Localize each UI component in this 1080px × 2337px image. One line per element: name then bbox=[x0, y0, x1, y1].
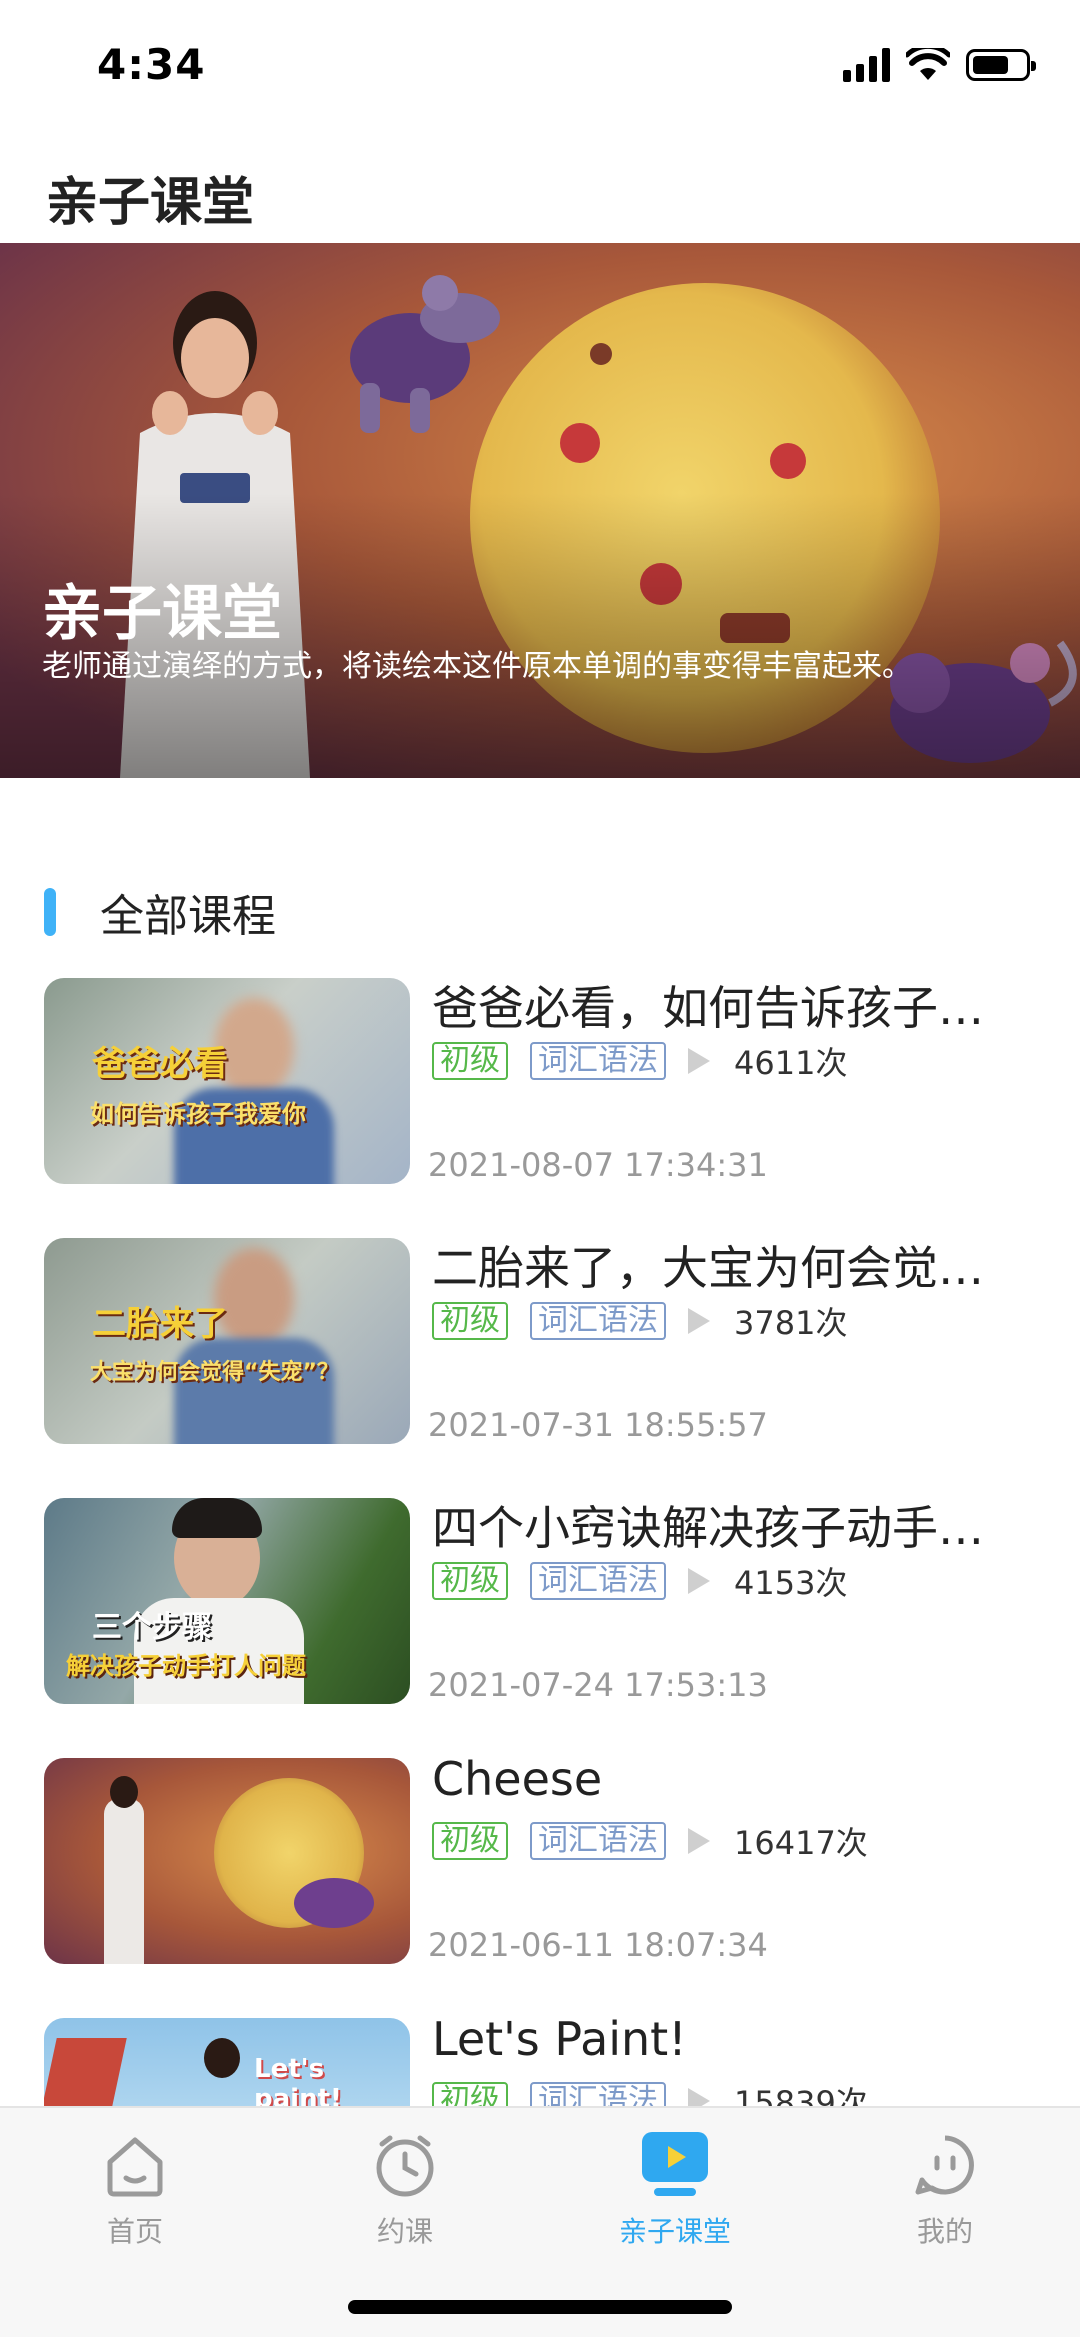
course-item[interactable]: Cheese 初级 词汇语法 16417次 2021-06-11 18:07:3… bbox=[0, 1752, 1080, 1964]
course-item[interactable]: 三个步骤 解决孩子动手打人问题 四个小窍诀解决孩子动手… 初级 词汇语法 415… bbox=[0, 1498, 1080, 1704]
course-title[interactable]: 爸爸必看，如何告诉孩子… bbox=[432, 972, 1012, 1038]
signal-icon bbox=[843, 48, 890, 82]
video-icon bbox=[640, 2130, 710, 2200]
banner-description: 老师通过演绎的方式，将读绘本这件原本单调的事变得丰富起来。 bbox=[42, 649, 912, 684]
tab-profile[interactable]: 我的 bbox=[845, 2130, 1045, 2250]
view-count: 4611次 bbox=[734, 1044, 848, 1082]
tab-parent-class[interactable]: 亲子课堂 bbox=[575, 2130, 775, 2250]
course-meta: 初级 词汇语法 4611次 bbox=[432, 1038, 847, 1084]
level-tag: 初级 bbox=[432, 1302, 508, 1340]
category-tag: 词汇语法 bbox=[530, 1562, 666, 1600]
view-count: 4153次 bbox=[734, 1564, 848, 1602]
course-title[interactable]: Let's Paint! bbox=[432, 2012, 1012, 2066]
thumbnail-caption-2: 解决孩子动手打人问题 bbox=[66, 1652, 306, 1680]
section-title: 全部课程 bbox=[100, 891, 276, 942]
course-title[interactable]: 四个小窍诀解决孩子动手… bbox=[432, 1492, 1012, 1558]
course-meta: 初级 词汇语法 3781次 bbox=[432, 1298, 847, 1344]
course-item[interactable]: 爸爸必看 如何告诉孩子我爱你 爸爸必看，如何告诉孩子… 初级 词汇语法 4611… bbox=[0, 978, 1080, 1184]
category-tag: 词汇语法 bbox=[530, 1822, 666, 1860]
home-indicator[interactable] bbox=[348, 2300, 732, 2314]
course-item[interactable]: 二胎来了 大宝为何会觉得“失宠”？ 二胎来了，大宝为何会觉… 初级 词汇语法 3… bbox=[0, 1238, 1080, 1444]
hero-banner[interactable]: 亲子课堂 老师通过演绎的方式，将读绘本这件原本单调的事变得丰富起来。 bbox=[0, 243, 1080, 778]
status-time: 4:34 bbox=[97, 40, 206, 89]
tab-label: 亲子课堂 bbox=[618, 2215, 731, 2248]
course-thumbnail[interactable] bbox=[44, 1758, 410, 1964]
section-header: 全部课程 bbox=[44, 880, 276, 944]
thumbnail-caption-1: Let's paint! bbox=[254, 2054, 342, 2114]
thumbnail-caption-2: 如何告诉孩子我爱你 bbox=[90, 1100, 306, 1128]
level-tag: 初级 bbox=[432, 1042, 508, 1080]
clock-icon bbox=[370, 2130, 440, 2200]
tab-label: 我的 bbox=[916, 2215, 973, 2248]
banner-title: 亲子课堂 bbox=[42, 579, 282, 649]
play-icon bbox=[688, 1048, 710, 1074]
course-date: 2021-07-31 18:55:57 bbox=[428, 1406, 768, 1444]
course-meta: 初级 词汇语法 16417次 bbox=[432, 1818, 868, 1864]
thumbnail-caption-1: 二胎来了 bbox=[92, 1304, 228, 1344]
status-bar: 4:34 bbox=[0, 0, 1080, 132]
status-icons bbox=[843, 48, 1036, 82]
section-accent-bar bbox=[44, 888, 56, 936]
play-icon bbox=[688, 1308, 710, 1334]
tab-home[interactable]: 首页 bbox=[35, 2130, 235, 2250]
thumbnail-caption-2: 大宝为何会觉得“失宠”？ bbox=[90, 1360, 339, 1385]
level-tag: 初级 bbox=[432, 1562, 508, 1600]
course-date: 2021-08-07 17:34:31 bbox=[428, 1146, 768, 1184]
wifi-icon bbox=[906, 48, 950, 80]
course-date: 2021-06-11 18:07:34 bbox=[428, 1926, 768, 1964]
tab-booking[interactable]: 约课 bbox=[305, 2130, 505, 2250]
course-thumbnail[interactable]: 爸爸必看 如何告诉孩子我爱你 bbox=[44, 978, 410, 1184]
course-date: 2021-07-24 17:53:13 bbox=[428, 1666, 768, 1704]
course-title[interactable]: Cheese bbox=[432, 1752, 1012, 1806]
view-count: 3781次 bbox=[734, 1304, 848, 1342]
course-thumbnail[interactable]: 二胎来了 大宝为何会觉得“失宠”？ bbox=[44, 1238, 410, 1444]
view-count: 16417次 bbox=[734, 1824, 868, 1862]
tab-label: 约课 bbox=[376, 2215, 433, 2248]
face-icon bbox=[910, 2130, 980, 2200]
course-meta: 初级 词汇语法 4153次 bbox=[432, 1558, 847, 1604]
play-icon bbox=[688, 1568, 710, 1594]
tab-label: 首页 bbox=[106, 2215, 163, 2248]
category-tag: 词汇语法 bbox=[530, 1042, 666, 1080]
home-icon bbox=[100, 2130, 170, 2200]
rat-illustration bbox=[350, 275, 500, 433]
battery-icon bbox=[966, 49, 1036, 81]
thumbnail-caption-1: 爸爸必看 bbox=[92, 1044, 228, 1084]
course-title[interactable]: 二胎来了，大宝为何会觉… bbox=[432, 1232, 1012, 1298]
level-tag: 初级 bbox=[432, 1822, 508, 1860]
thumbnail-caption-1: 三个步骤 bbox=[92, 1610, 212, 1645]
play-icon bbox=[688, 1828, 710, 1854]
course-thumbnail[interactable]: 三个步骤 解决孩子动手打人问题 bbox=[44, 1498, 410, 1704]
page-title: 亲子课堂 bbox=[46, 173, 255, 233]
category-tag: 词汇语法 bbox=[530, 1302, 666, 1340]
